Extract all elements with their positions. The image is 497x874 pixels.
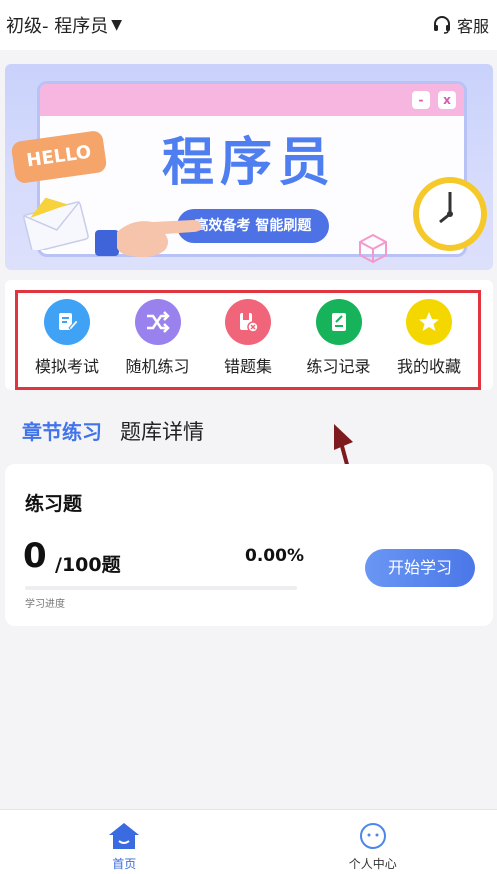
close-icon: x [438,91,456,109]
nav-item-profile[interactable]: 个人中心 [249,810,497,874]
pointing-hand-icon [95,220,201,258]
nav-label-profile: 个人中心 [348,857,397,871]
nav-item-home[interactable]: 首页 [0,810,249,874]
shuffle-icon [134,299,181,345]
menu-label-random-practice: 随机练习 [125,357,190,376]
bottom-nav: 首页 个人中心 [0,809,497,874]
menu-label-practice-record: 练习记录 [306,357,371,376]
tab-chapter-practice[interactable]: 章节练习 [22,416,102,445]
promo-banner[interactable]: - x 程序员 高效备考 智能刷题 HELLO [5,64,493,270]
question-total: /100题 [55,554,121,576]
function-menu-highlight: 模拟考试 随机练习 错题集 练习记录 我的收藏 [15,290,481,390]
cube-icon [359,233,387,264]
record-icon [315,299,362,345]
tab-question-bank[interactable]: 题库详情 [120,416,204,446]
headset-icon [433,16,450,34]
nav-label-home: 首页 [112,857,137,871]
menu-label-favorites: 我的收藏 [396,357,461,376]
function-menu-panel: 模拟考试 随机练习 错题集 练习记录 我的收藏 [5,280,493,390]
menu-item-mock-exam[interactable]: 模拟考试 [22,299,112,387]
top-bar: 初级- 程序员 ▼ 客服 [0,0,497,50]
service-label: 客服 [456,17,489,36]
menu-item-random-practice[interactable]: 随机练习 [113,299,203,387]
star-icon [406,299,452,345]
menu-label-mock-exam: 模拟考试 [34,357,99,376]
progress-bar [25,586,297,590]
progress-label: 学习进度 [25,599,65,610]
customer-service-button[interactable]: 客服 [432,13,489,37]
envelope-icon [23,197,89,250]
done-count: 0 [23,536,47,576]
clock-icon [413,177,487,251]
practice-card: 练习题 0 /100题 0.00% 学习进度 开始学习 [5,464,493,626]
minimize-icon: - [412,91,430,109]
edit-icon [44,299,90,345]
menu-item-error-book[interactable]: 错题集 [203,299,293,387]
menu-label-error-book: 错题集 [223,357,272,376]
menu-item-favorites[interactable]: 我的收藏 [384,299,474,387]
start-learning-button[interactable]: 开始学习 [365,549,475,587]
error-book-icon [225,299,271,345]
caret-down-icon: ▼ [111,17,122,33]
profile-icon [359,823,386,849]
banner-window-header: - x [40,84,464,116]
practice-title: 练习题 [25,493,83,515]
level-selector[interactable]: 初级- 程序员 ▼ [6,12,122,38]
menu-item-practice-record[interactable]: 练习记录 [294,299,384,387]
level-label: 初级- 程序员 [6,16,109,37]
section-tabs: 章节练习 题库详情 [22,416,204,446]
home-icon [109,823,140,849]
progress-percent: 0.00% [245,546,304,566]
